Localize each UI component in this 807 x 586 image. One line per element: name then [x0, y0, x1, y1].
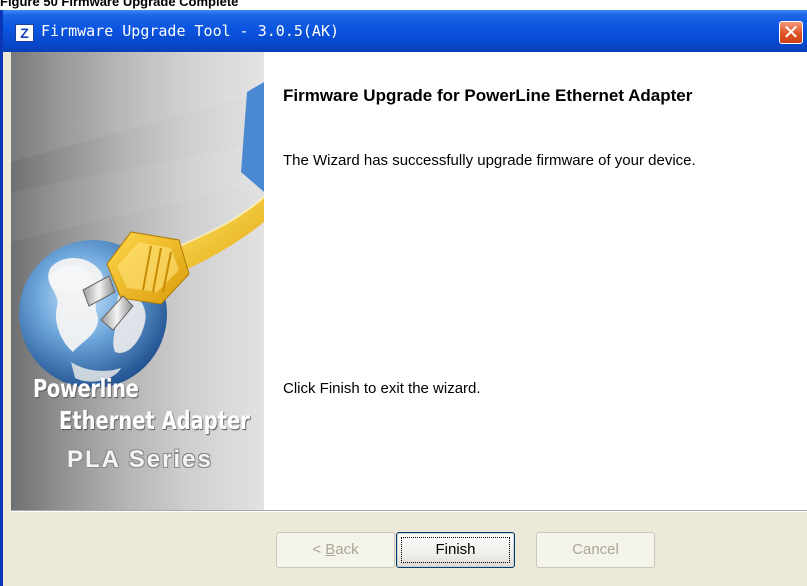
product-series: PLA Series [67, 446, 213, 473]
window-title: Firmware Upgrade Tool - 3.0.5(AK) [41, 22, 340, 40]
brand-line-1: Powerline [33, 374, 139, 403]
figure-caption: Figure 50 Firmware Upgrade Complete [0, 0, 807, 10]
wizard-content: Firmware Upgrade for PowerLine Ethernet … [264, 52, 807, 510]
success-message: The Wizard has successfully upgrade firm… [283, 152, 696, 169]
close-button[interactable]: ✕ [779, 21, 803, 44]
back-button-mnemonic: B [325, 541, 336, 558]
title-bar[interactable]: Z Firmware Upgrade Tool - 3.0.5(AK) [3, 10, 807, 52]
button-separator [11, 510, 807, 512]
focus-ring [401, 537, 510, 563]
back-button[interactable]: < Back [276, 532, 395, 568]
brand-line-2: Ethernet Adapter [59, 406, 250, 435]
figure-caption-text: Figure 50 Firmware Upgrade Complete [0, 0, 239, 9]
back-button-prefix: < [312, 541, 326, 558]
banner-artwork [11, 52, 264, 388]
page-heading: Firmware Upgrade for PowerLine Ethernet … [283, 86, 693, 105]
firmware-upgrade-window: Z Firmware Upgrade Tool - 3.0.5(AK) ✕ Po… [0, 10, 807, 586]
cancel-button-label: Cancel [572, 541, 619, 558]
cancel-button[interactable]: Cancel [536, 532, 655, 568]
app-logo-icon[interactable]: Z [15, 24, 34, 42]
finish-instructions: Click Finish to exit the wizard. [283, 380, 481, 397]
wizard-banner: Powerline Ethernet Adapter PLA Series [11, 52, 264, 510]
finish-button[interactable]: Finish [396, 532, 515, 568]
back-button-rest: ack [335, 541, 359, 558]
close-icon: ✕ [782, 20, 800, 44]
